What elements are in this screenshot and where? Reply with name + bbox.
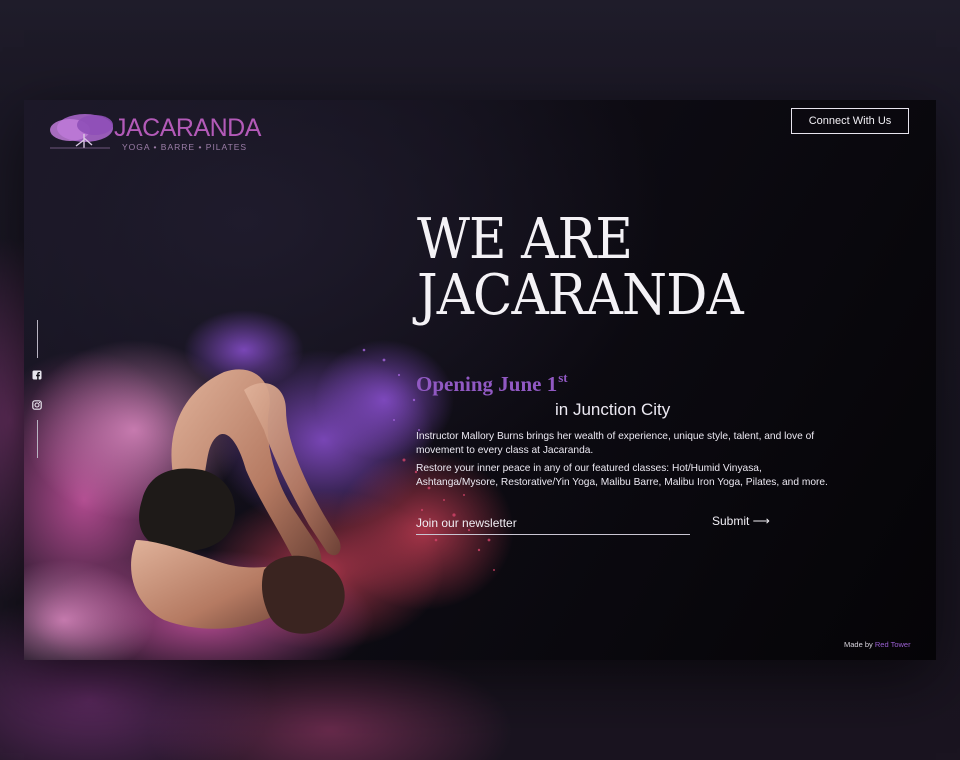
facebook-icon[interactable] [32, 370, 42, 380]
opening-date-text: Opening June 1 [416, 372, 558, 396]
classes-paragraph: Restore your inner peace in any of our f… [416, 463, 828, 488]
presentation-background: JACARANDA YOGA • BARRE • PILATES Connect… [0, 0, 960, 760]
logo-tagline: YOGA • BARRE • PILATES [122, 142, 248, 152]
opening-date-heading: Opening June 1st [416, 370, 568, 397]
location-subheading: in Junction City [555, 400, 671, 419]
newsletter-submit-button[interactable]: Submit ⟶ [712, 514, 770, 528]
jacaranda-logo[interactable]: JACARANDA YOGA • BARRE • PILATES [40, 108, 270, 156]
hero-title: WE ARE JACARANDA [417, 212, 803, 324]
website-screen: JACARANDA YOGA • BARRE • PILATES Connect… [24, 100, 936, 660]
newsletter-email-input[interactable] [416, 512, 690, 535]
background-blur [0, 0, 960, 100]
credit-prefix: Made by [844, 640, 875, 649]
red-tower-link[interactable]: Red Tower [875, 640, 911, 649]
hero-title-line-2: JACARANDA [417, 263, 744, 328]
instructor-paragraph: Instructor Mallory Burns brings her weal… [416, 431, 815, 456]
social-rail-line-bottom [37, 420, 38, 458]
logo-wordmark: JACARANDA [114, 114, 261, 142]
opening-date-suffix: st [558, 370, 568, 385]
connect-with-us-button[interactable]: Connect With Us [791, 108, 909, 134]
footer-credit: Made by Red Tower [844, 640, 911, 649]
social-rail-line-top [37, 320, 38, 358]
instagram-icon[interactable] [32, 400, 42, 410]
tree-logo-icon [50, 114, 113, 149]
hero-title-line-1: WE ARE [417, 207, 633, 272]
